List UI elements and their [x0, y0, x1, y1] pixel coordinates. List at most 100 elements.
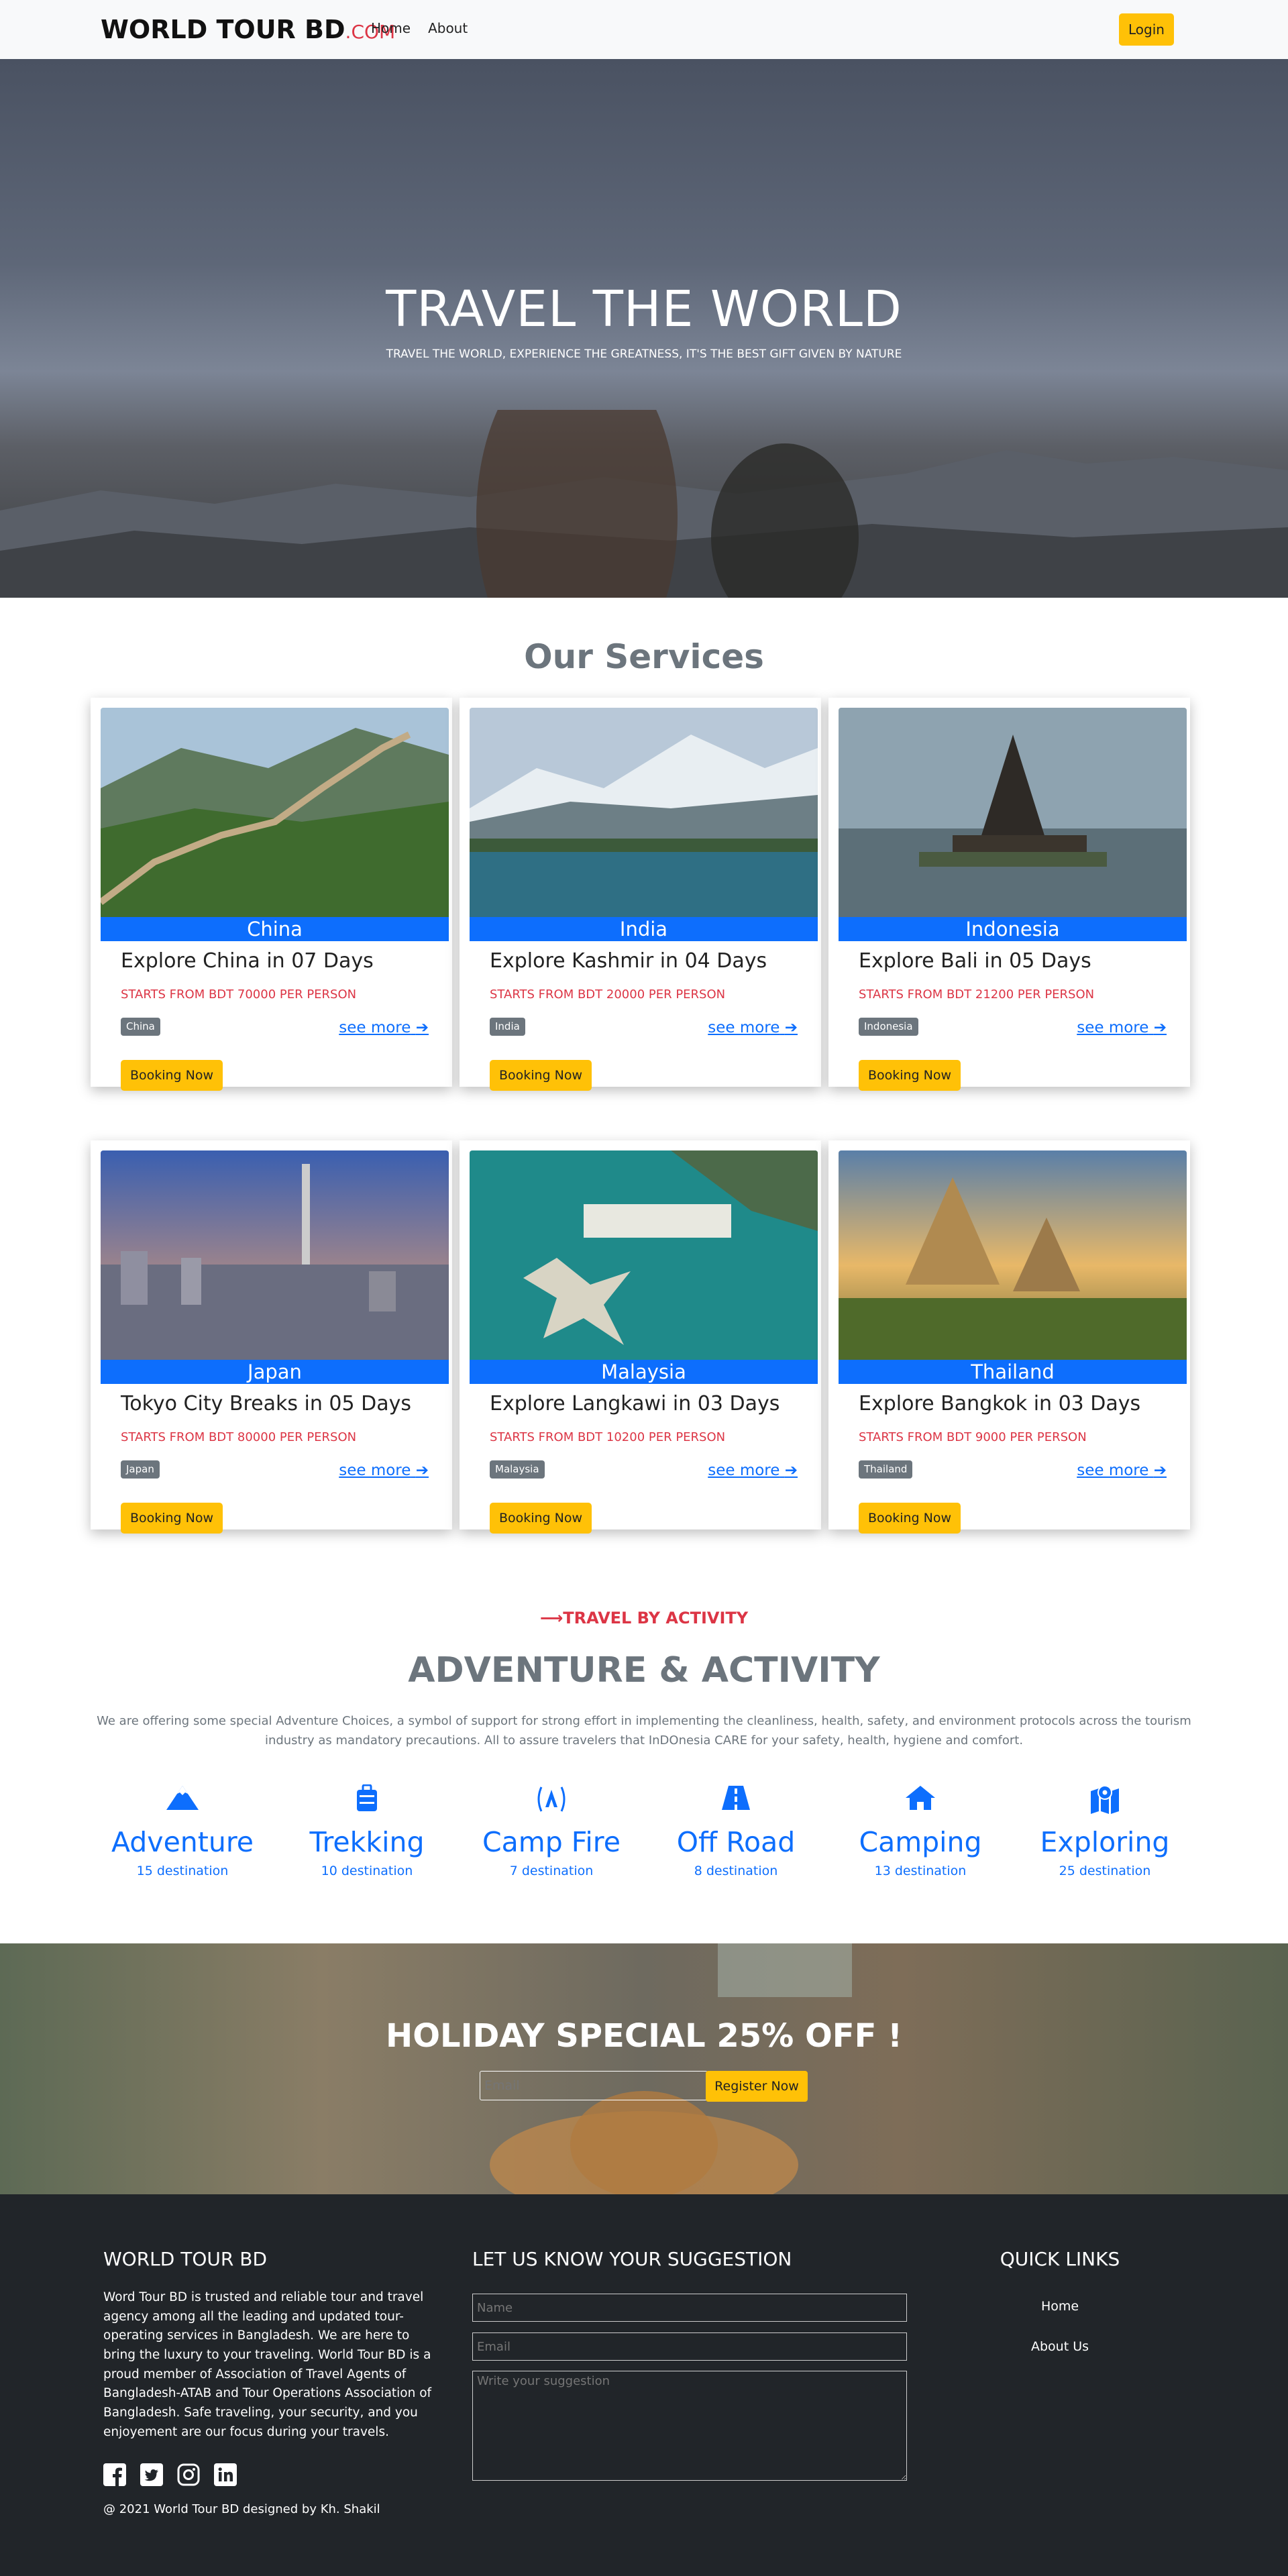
card-title: Explore Kashmir in 04 Days: [490, 949, 767, 973]
activity-item-trekking[interactable]: Trekking 10 destination: [266, 1784, 468, 1878]
card-badge: Indonesia: [859, 1018, 918, 1036]
service-card: Indonesia Explore Bali in 05 Days STARTS…: [828, 698, 1190, 1091]
hero-subtitle: TRAVEL THE WORLD, EXPERIENCE THE GREATNE…: [386, 347, 902, 361]
card-title: Explore Bangkok in 03 Days: [859, 1392, 1141, 1415]
card-image: [101, 1150, 449, 1360]
nav-link-about[interactable]: About: [428, 20, 468, 36]
activity-item-off-road[interactable]: Off Road 8 destination: [635, 1784, 837, 1878]
activity-item-adventure[interactable]: Adventure 15 destination: [82, 1784, 283, 1878]
home-icon: [820, 1784, 1021, 1819]
footer-about-title: WORLD TOUR BD: [103, 2248, 268, 2270]
activity-item-camping[interactable]: Camping 13 destination: [820, 1784, 1021, 1878]
nav-links: Home About: [371, 20, 485, 36]
services-title: Our Services: [524, 637, 764, 676]
card-title: Explore China in 07 Days: [121, 949, 374, 973]
activity-kicker: ⟶TRAVEL BY ACTIVITY: [539, 1609, 749, 1627]
register-button[interactable]: Register Now: [706, 2071, 808, 2102]
card-country: Japan: [101, 1360, 449, 1384]
card-image: [101, 708, 449, 917]
arrow-right-icon: ⟶: [539, 1609, 564, 1627]
arrow-right-icon: ➔: [415, 1462, 429, 1479]
facebook-icon[interactable]: [103, 2463, 126, 2486]
activity-description: We are offering some special Adventure C…: [97, 1714, 1191, 1748]
map-pin-icon: [1004, 1784, 1205, 1819]
hero-banner: TRAVEL THE WORLD TRAVEL THE WORLD, EXPER…: [0, 59, 1288, 598]
arrow-right-icon: ➔: [1153, 1462, 1167, 1479]
card-badge: Thailand: [859, 1460, 913, 1479]
login-button[interactable]: Login: [1119, 13, 1174, 46]
nav-link-home[interactable]: Home: [371, 20, 411, 36]
quick-links-title: QUICK LINKS: [1000, 2248, 1120, 2270]
hero-background-image: [0, 410, 1288, 598]
newsletter-email-input[interactable]: [480, 2071, 708, 2100]
holiday-background-image: [490, 1943, 852, 2194]
arrow-right-icon: ➔: [415, 1019, 429, 1036]
card-price: STARTS FROM BDT 70000 PER PERSON: [121, 987, 357, 1002]
arrow-right-icon: ➔: [784, 1019, 798, 1036]
booking-button[interactable]: Booking Now: [121, 1060, 223, 1091]
booking-button[interactable]: Booking Now: [859, 1060, 961, 1091]
suitcase-icon: [266, 1784, 468, 1819]
card-price: STARTS FROM BDT 21200 PER PERSON: [859, 987, 1095, 1002]
brand-logo[interactable]: WORLD TOUR BD.COM: [101, 15, 395, 44]
campfire-icon: [451, 1784, 652, 1819]
service-card: Malaysia Explore Langkawi in 03 Days STA…: [460, 1140, 821, 1534]
card-title: Explore Langkawi in 03 Days: [490, 1392, 780, 1415]
card-image: [470, 1150, 818, 1360]
twitter-icon[interactable]: [140, 2463, 163, 2486]
see-more-link[interactable]: see more ➔: [708, 1462, 798, 1479]
road-icon: [635, 1784, 837, 1819]
card-badge: Japan: [121, 1460, 160, 1479]
card-price: STARTS FROM BDT 9000 PER PERSON: [859, 1430, 1087, 1444]
service-card: India Explore Kashmir in 04 Days STARTS …: [460, 698, 821, 1091]
card-price: STARTS FROM BDT 80000 PER PERSON: [121, 1430, 357, 1444]
booking-button[interactable]: Booking Now: [121, 1503, 223, 1534]
card-price: STARTS FROM BDT 20000 PER PERSON: [490, 987, 726, 1002]
card-image: [839, 708, 1187, 917]
activity-item-camp-fire[interactable]: Camp Fire 7 destination: [451, 1784, 652, 1878]
suggestion-email-input[interactable]: [472, 2332, 907, 2361]
booking-button[interactable]: Booking Now: [859, 1503, 961, 1534]
card-title: Explore Bali in 05 Days: [859, 949, 1091, 973]
navbar: WORLD TOUR BD.COM Home About Login: [0, 0, 1288, 59]
instagram-icon[interactable]: [177, 2463, 200, 2486]
service-card: China Explore China in 07 Days STARTS FR…: [91, 698, 452, 1091]
booking-button[interactable]: Booking Now: [490, 1503, 592, 1534]
see-more-link[interactable]: see more ➔: [1077, 1019, 1167, 1036]
card-country: Indonesia: [839, 917, 1187, 941]
card-country: China: [101, 917, 449, 941]
arrow-right-icon: ➔: [784, 1462, 798, 1479]
card-country: India: [470, 917, 818, 941]
card-price: STARTS FROM BDT 10200 PER PERSON: [490, 1430, 726, 1444]
card-image: [839, 1150, 1187, 1360]
holiday-banner: HOLIDAY SPECIAL 25% OFF ! Register Now: [0, 1943, 1288, 2194]
see-more-link[interactable]: see more ➔: [339, 1462, 429, 1479]
suggestion-textarea[interactable]: [472, 2371, 907, 2481]
see-more-link[interactable]: see more ➔: [708, 1019, 798, 1036]
card-country: Malaysia: [470, 1360, 818, 1384]
footer-suggestion-title: LET US KNOW YOUR SUGGESTION: [472, 2248, 792, 2270]
activity-item-exploring[interactable]: Exploring 25 destination: [1004, 1784, 1205, 1878]
card-badge: India: [490, 1018, 525, 1036]
activity-title: ADVENTURE & ACTIVITY: [408, 1650, 880, 1690]
hero-title: TRAVEL THE WORLD: [386, 280, 902, 338]
see-more-link[interactable]: see more ➔: [1077, 1462, 1167, 1479]
linkedin-icon[interactable]: [214, 2463, 237, 2486]
holiday-title: HOLIDAY SPECIAL 25% OFF !: [386, 2017, 902, 2055]
quick-link-about[interactable]: About Us: [1000, 2339, 1120, 2354]
card-country: Thailand: [839, 1360, 1187, 1384]
footer: WORLD TOUR BD Word Tour BD is trusted an…: [0, 2194, 1288, 2576]
service-card: Thailand Explore Bangkok in 03 Days STAR…: [828, 1140, 1190, 1534]
card-badge: China: [121, 1018, 160, 1036]
see-more-link[interactable]: see more ➔: [339, 1019, 429, 1036]
card-image: [470, 708, 818, 917]
mountain-icon: [82, 1784, 283, 1819]
booking-button[interactable]: Booking Now: [490, 1060, 592, 1091]
copyright-text: @ 2021 World Tour BD designed by Kh. Sha…: [103, 2502, 380, 2516]
suggestion-name-input[interactable]: [472, 2294, 907, 2322]
service-card: Japan Tokyo City Breaks in 05 Days START…: [91, 1140, 452, 1534]
card-title: Tokyo City Breaks in 05 Days: [121, 1392, 411, 1415]
brand-name: WORLD TOUR BD: [101, 15, 345, 44]
quick-link-home[interactable]: Home: [1000, 2299, 1120, 2314]
card-badge: Malaysia: [490, 1460, 545, 1479]
